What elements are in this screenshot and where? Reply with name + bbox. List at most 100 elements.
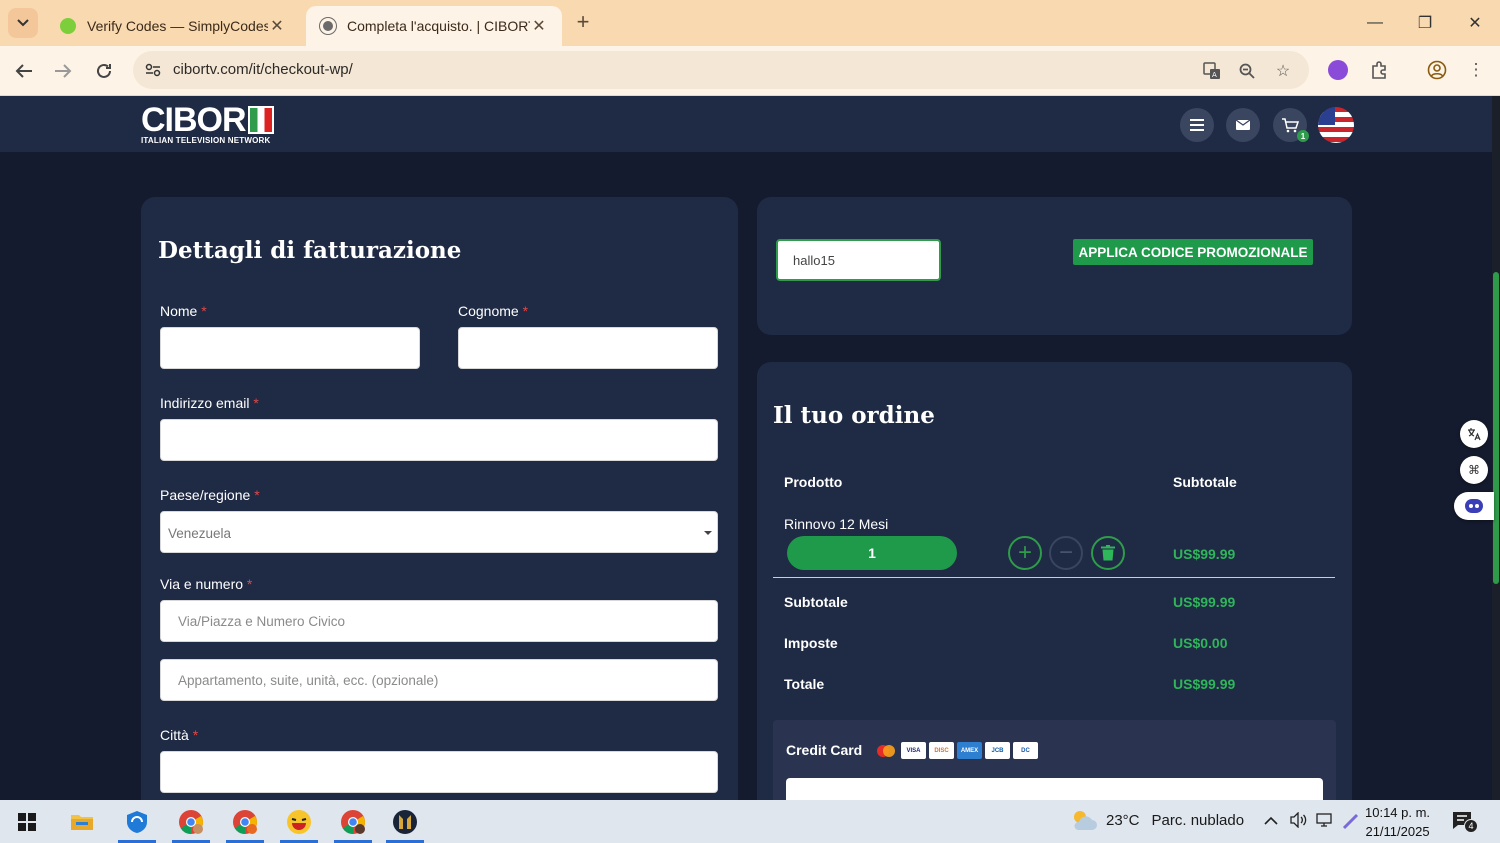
remove-item-button[interactable] [1091,536,1125,570]
extension-ai-icon[interactable] [1325,57,1351,83]
minimize-button[interactable]: — [1352,8,1398,38]
apply-promo-button[interactable]: APPLICA CODICE PROMOZIONALE [1073,239,1313,265]
emoji-app-button[interactable] [276,800,322,843]
promo-code-input[interactable]: hallo15 [776,239,941,281]
country-select[interactable]: Venezuela [160,511,718,553]
restore-button[interactable]: ❐ [1402,8,1448,38]
tab-strip: Verify Codes — SimplyCodes ✕ Completa l'… [0,0,1500,46]
decrease-quantity-button[interactable]: − [1049,536,1083,570]
card-number-field[interactable] [786,778,1323,800]
chrome-profile-3-button[interactable] [330,800,376,843]
extensions-puzzle-icon[interactable] [1366,57,1392,83]
start-button[interactable] [4,800,50,843]
close-tab-icon[interactable]: ✕ [530,16,548,36]
logo-text: CIBOR [141,101,247,139]
subtotal-label: Subtotale [784,594,848,610]
temperature: 23°C [1106,811,1140,829]
site-settings-icon[interactable] [143,60,163,80]
arrow-left-icon [15,64,32,78]
email-field[interactable] [160,419,718,461]
scrollbar-thumb[interactable] [1493,272,1499,584]
svg-text:A: A [1212,71,1217,79]
profile-icon[interactable] [1424,57,1450,83]
reload-icon [97,63,111,78]
notification-count: 4 [1464,819,1478,833]
order-summary-card: Il tuo ordine Prodotto Subtotale Rinnovo… [757,362,1352,800]
product-name: Rinnovo 12 Mesi [784,516,889,532]
chrome-profile-2-button[interactable] [222,800,268,843]
system-clock[interactable]: 10:14 p. m. 21/11/2025 [1365,803,1430,841]
visa-icon: VISA [901,742,926,759]
globe-icon [320,18,336,34]
edge-button[interactable] [114,800,160,843]
country-value: Venezuela [168,526,232,541]
zoom-icon[interactable] [1236,60,1258,82]
amex-icon: AMEX [957,742,982,759]
diners-club-icon: DC [1013,742,1038,759]
notifications-button[interactable]: 4 [1452,811,1478,833]
last-name-field[interactable] [458,327,718,369]
chevron-up-icon [1264,816,1278,825]
chrome-profile-1-button[interactable] [168,800,214,843]
promo-code-card: hallo15 APPLICA CODICE PROMOZIONALE [757,197,1352,335]
total-label: Totale [784,676,825,692]
tax-label: Imposte [784,635,838,651]
street-label: Via e numero * [160,576,253,592]
promo-code-value: hallo15 [793,253,835,268]
translate-icon[interactable]: A [1201,60,1223,82]
close-tab-icon[interactable]: ✕ [268,16,286,36]
shield-browser-icon [127,810,147,833]
tab-title: Verify Codes — SimplyCodes [87,18,268,34]
windows-logo-icon [18,812,36,831]
close-window-button[interactable]: ✕ [1452,8,1498,38]
quantity-display[interactable]: 1 [787,536,957,570]
bookmark-star-icon[interactable]: ☆ [1272,60,1294,82]
browser-menu-icon[interactable]: ⋮ [1463,57,1489,83]
total-value: US$99.99 [1173,676,1236,692]
tab-cibortv-checkout[interactable]: Completa l'acquisto. | CIBORTV ✕ [306,6,562,46]
hamburger-menu-button[interactable] [1180,108,1214,142]
contact-button[interactable] [1226,108,1260,142]
chevron-down-icon [17,19,29,27]
country-label: Paese/regione * [160,487,260,503]
weather-widget[interactable]: 23°C Parc. nublado [1070,808,1244,832]
page-viewport: CIBOR ITALIAN TELEVISION NETWORK 1 Detta… [0,96,1492,800]
windows-taskbar: 23°C Parc. nublado 10:14 p. m. 21/11/202… [0,800,1500,843]
city-field[interactable] [160,751,718,793]
last-name-label: Cognome * [458,303,529,319]
card-brand-icons: VISA DISC AMEX JCB DC [873,742,1038,759]
first-name-field[interactable] [160,327,420,369]
arrow-right-icon [55,64,72,78]
new-tab-button[interactable]: + [570,9,596,35]
tax-value: US$0.00 [1173,635,1228,651]
us-flag-language-icon[interactable] [1318,107,1354,143]
laughing-emoji-icon [287,809,311,834]
street-field[interactable]: Via/Piazza e Numero Civico [160,600,718,642]
file-explorer-button[interactable] [59,800,105,843]
reload-button[interactable] [88,55,120,87]
site-header: CIBOR ITALIAN TELEVISION NETWORK 1 [0,96,1492,152]
game-launcher-button[interactable] [382,800,428,843]
clock-date: 21/11/2025 [1365,824,1430,839]
cibortv-logo[interactable]: CIBOR ITALIAN TELEVISION NETWORK [141,101,274,145]
volume-icon[interactable] [1289,811,1309,832]
show-hidden-icons-button[interactable] [1264,812,1278,829]
cart-button[interactable]: 1 [1273,108,1309,142]
mastercard-icon [873,742,898,759]
command-key-icon[interactable]: ⌘ [1460,456,1488,484]
chrome-icon [233,809,257,834]
assistant-bot-icon[interactable] [1454,492,1494,520]
network-icon[interactable] [1316,812,1336,832]
forward-button[interactable] [47,55,79,87]
tab-verify-codes[interactable]: Verify Codes — SimplyCodes ✕ [46,6,300,46]
translate-widget-icon[interactable] [1460,420,1488,448]
pen-icon[interactable] [1342,812,1360,834]
back-button[interactable] [8,55,40,87]
payment-method-label: Credit Card [786,742,863,758]
order-title: Il tuo ordine [773,402,935,429]
url-text: cibortv.com/it/checkout-wp/ [173,61,353,78]
street2-field[interactable]: Appartamento, suite, unità, ecc. (opzion… [160,659,718,701]
increase-quantity-button[interactable]: + [1008,536,1042,570]
address-bar[interactable]: cibortv.com/it/checkout-wp/ A ☆ [133,51,1309,89]
tab-search-button[interactable] [8,8,38,38]
